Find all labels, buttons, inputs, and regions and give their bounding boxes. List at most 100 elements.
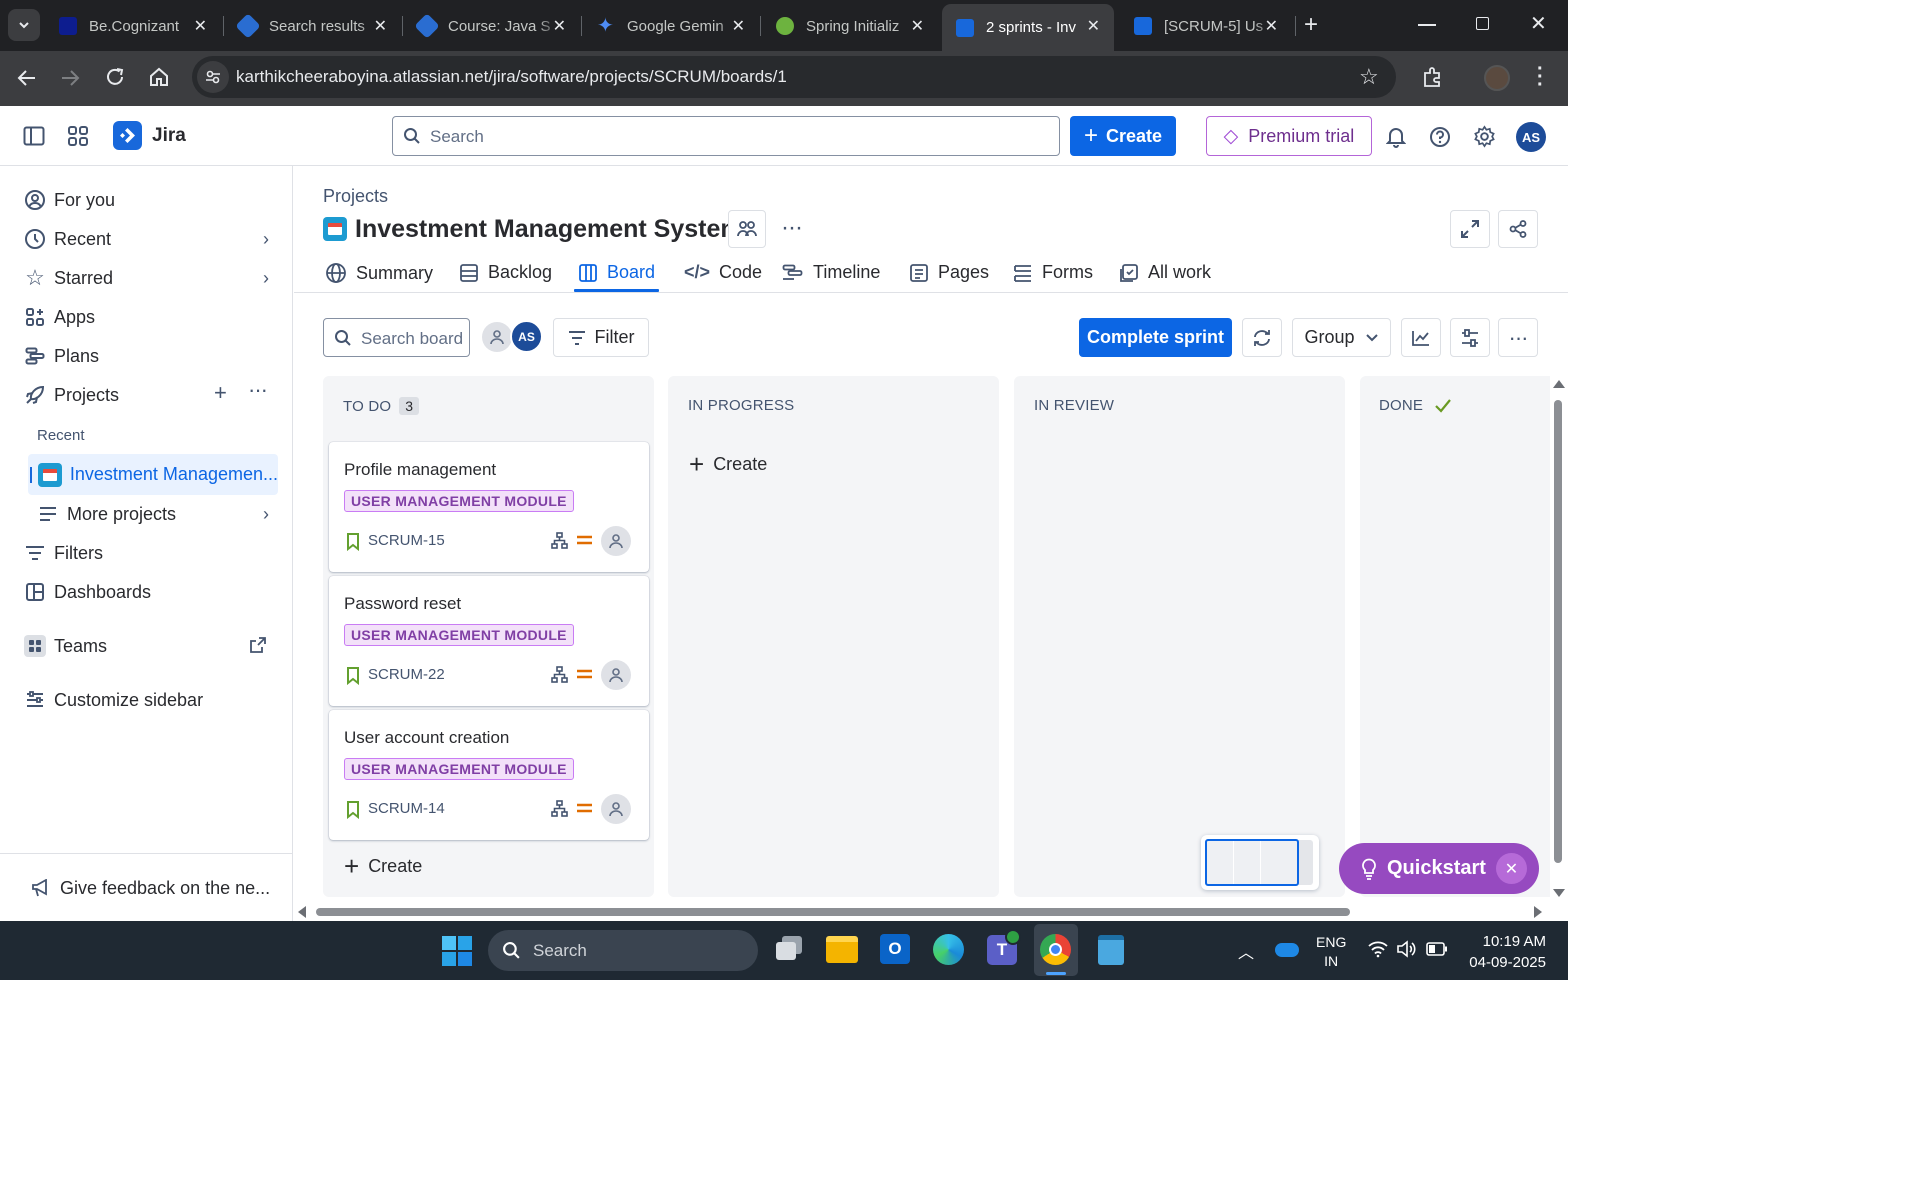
extensions-puzzle-icon[interactable] (1421, 65, 1445, 89)
filter-button[interactable]: Filter (553, 318, 649, 357)
browser-menu-icon[interactable]: · · · (1537, 59, 1544, 95)
minimize-window-button[interactable] (1418, 24, 1436, 26)
scroll-down-arrow[interactable] (1553, 889, 1565, 897)
close-icon[interactable]: ✕ (194, 16, 207, 36)
browser-tab[interactable]: [SCRUM-5] Us ✕ (1120, 6, 1292, 46)
volume-icon[interactable] (1396, 940, 1416, 958)
scroll-up-arrow[interactable] (1553, 380, 1565, 388)
close-icon[interactable]: ✕ (1265, 16, 1278, 36)
system-clock[interactable]: 10:19 AM 04-09-2025 (1466, 931, 1546, 973)
board-minimap[interactable] (1201, 835, 1319, 890)
profile-avatar[interactable] (1484, 65, 1510, 91)
settings-gear-icon[interactable] (1473, 125, 1496, 148)
group-dropdown[interactable]: Group (1292, 318, 1391, 357)
browser-tab[interactable]: Course: Java S ✕ (404, 6, 580, 46)
sidebar-item-current-project[interactable]: Investment Managemen... (28, 454, 278, 495)
bookmark-star-icon[interactable]: ☆ (1359, 64, 1379, 90)
url-bar[interactable]: karthikcheeraboyina.atlassian.net/jira/s… (192, 56, 1396, 98)
create-issue-in-progress-button[interactable]: + Create (689, 451, 767, 477)
issue-key[interactable]: SCRUM-15 (368, 532, 445, 549)
browser-tab[interactable]: Search results ✕ (225, 6, 401, 46)
sprint-details-button[interactable] (1242, 318, 1282, 357)
unassigned-avatar[interactable] (601, 660, 631, 690)
sidebar-item-for-you[interactable]: For you (24, 189, 115, 211)
battery-icon[interactable] (1426, 942, 1448, 956)
edge-icon[interactable] (933, 934, 964, 965)
sidebar-item-filters[interactable]: Filters (24, 542, 103, 564)
teams-app-icon[interactable]: T (987, 929, 1021, 965)
chrome-taskbar-icon[interactable] (1034, 924, 1078, 976)
complete-sprint-button[interactable]: Complete sprint (1079, 318, 1232, 357)
unassigned-avatar[interactable] (601, 526, 631, 556)
jira-logo[interactable]: Jira (113, 121, 186, 150)
notifications-bell-icon[interactable] (1386, 126, 1406, 148)
home-icon[interactable] (148, 66, 170, 88)
minimap-viewport[interactable] (1205, 839, 1299, 886)
chevron-right-icon[interactable]: › (263, 504, 269, 525)
sidebar-toggle-icon[interactable] (23, 126, 45, 146)
breadcrumb[interactable]: Projects (323, 186, 388, 207)
external-link-icon[interactable] (250, 637, 266, 653)
close-window-button[interactable]: ✕ (1530, 11, 1547, 36)
browser-tab[interactable]: Be.Cognizant ✕ (45, 6, 221, 46)
chevron-right-icon[interactable]: › (263, 229, 269, 250)
scrollbar-thumb[interactable] (1554, 400, 1562, 863)
close-icon[interactable]: ✕ (553, 16, 566, 36)
chevron-right-icon[interactable]: › (263, 268, 269, 289)
sidebar-item-customize[interactable]: Customize sidebar (24, 689, 203, 711)
premium-trial-button[interactable]: ◇ Premium trial (1206, 116, 1372, 156)
task-view-icon[interactable] (776, 936, 802, 960)
tab-backlog[interactable]: Backlog (459, 262, 552, 283)
scroll-right-arrow[interactable] (1534, 906, 1542, 918)
user-avatar[interactable]: AS (1516, 122, 1546, 152)
search-board-input[interactable]: Search board (323, 318, 470, 357)
sidebar-item-apps[interactable]: Apps (24, 306, 95, 328)
close-quickstart-button[interactable]: ✕ (1496, 853, 1527, 884)
onedrive-cloud-icon[interactable] (1275, 943, 1299, 957)
insights-button[interactable] (1401, 318, 1441, 357)
sidebar-item-recent[interactable]: Recent › (24, 228, 269, 250)
view-settings-button[interactable] (1450, 318, 1490, 357)
sidebar-item-starred[interactable]: ☆ Starred › (24, 265, 269, 290)
tab-summary[interactable]: Summary (325, 262, 433, 284)
fullscreen-button[interactable] (1450, 210, 1490, 248)
browser-tab[interactable]: ✦ Google Gemin ✕ (583, 6, 759, 46)
more-actions-icon[interactable]: ··· (781, 214, 803, 242)
forward-arrow-icon[interactable] (59, 67, 81, 89)
issue-card[interactable]: Profile management USER MANAGEMENT MODUL… (329, 442, 649, 572)
tab-timeline[interactable]: Timeline (782, 262, 880, 283)
tab-pages[interactable]: Pages (909, 262, 989, 283)
tab-forms[interactable]: Forms (1013, 262, 1093, 283)
global-search-input[interactable]: Search (392, 116, 1060, 156)
app-switcher-icon[interactable] (67, 125, 89, 147)
tab-all-work[interactable]: All work (1119, 262, 1211, 283)
scrollbar-thumb[interactable] (316, 908, 1350, 916)
new-tab-button[interactable]: + (1304, 11, 1318, 39)
browser-tab[interactable]: Spring Initializ ✕ (762, 6, 938, 46)
tab-code[interactable]: </> Code (684, 262, 762, 283)
language-indicator[interactable]: ENG IN (1316, 933, 1346, 971)
issue-card[interactable]: User account creation USER MANAGEMENT MO… (329, 710, 649, 840)
sidebar-item-projects[interactable]: Projects + ··· (24, 377, 269, 406)
taskbar-search-box[interactable]: Search (488, 930, 758, 971)
show-hidden-icons-chevron[interactable]: ︿ (1238, 939, 1254, 963)
horizontal-scrollbar[interactable] (294, 903, 1550, 921)
sidebar-item-more-projects[interactable]: More projects › (37, 503, 269, 525)
notepad-icon[interactable] (1098, 935, 1124, 965)
more-actions-icon[interactable]: ··· (248, 377, 268, 403)
issue-key[interactable]: SCRUM-14 (368, 800, 445, 817)
issue-key[interactable]: SCRUM-22 (368, 666, 445, 683)
more-board-actions-button[interactable]: ··· (1498, 318, 1538, 357)
restore-window-button[interactable] (1476, 17, 1489, 30)
vertical-scrollbar[interactable] (1550, 376, 1568, 903)
unassigned-avatar[interactable] (482, 322, 512, 352)
tab-search-menu-button[interactable] (8, 9, 40, 41)
sidebar-item-dashboards[interactable]: Dashboards (24, 581, 151, 603)
create-button[interactable]: + Create (1070, 116, 1176, 156)
close-icon[interactable]: ✕ (1087, 16, 1100, 36)
create-issue-button[interactable]: + Create (344, 853, 422, 879)
sidebar-item-teams[interactable]: Teams (24, 635, 269, 657)
unassigned-avatar[interactable] (601, 794, 631, 824)
back-arrow-icon[interactable] (16, 67, 38, 89)
browser-tab-active[interactable]: 2 sprints - Inv ✕ (942, 4, 1114, 51)
